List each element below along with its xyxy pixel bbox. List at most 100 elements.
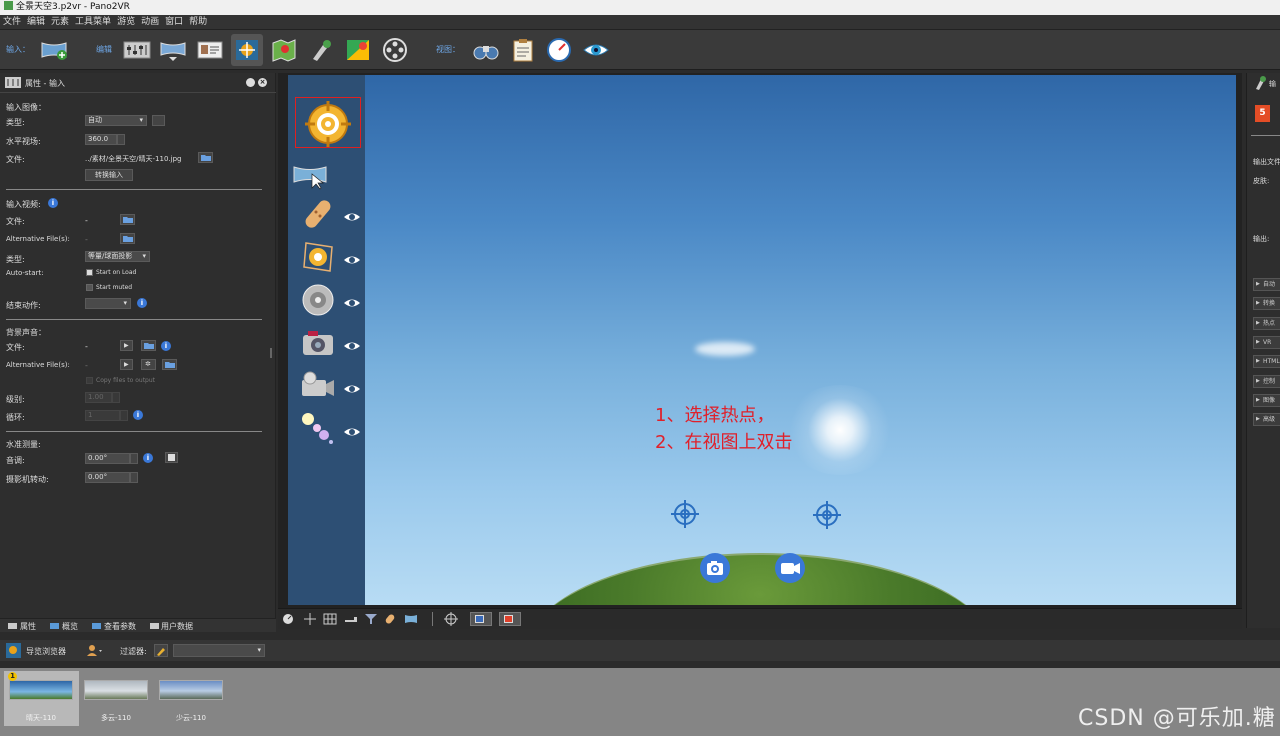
roll-spinner[interactable] [130,472,138,483]
video-camera-icon[interactable] [774,552,806,584]
video-hotspot-icon[interactable] [300,368,336,404]
menu-help[interactable]: 帮助 [186,15,210,30]
log-button[interactable] [507,34,539,66]
menu-elements[interactable]: 元素 [48,15,72,30]
output-vr-button[interactable]: VR [1253,336,1280,349]
pan-select-icon[interactable] [292,162,330,190]
hotspot-color-button[interactable] [470,612,492,626]
eye-icon[interactable] [343,254,361,266]
settings-sound-button[interactable]: ✲ [141,359,156,370]
start-on-load-checkbox[interactable] [86,269,93,276]
edit-properties-button[interactable] [121,34,153,66]
polygon-target-icon[interactable] [300,239,336,275]
polygon-color-button[interactable] [499,612,521,626]
pitch-spinner[interactable] [130,453,138,464]
filter-select[interactable]: ▾ [173,644,265,657]
panorama-viewport[interactable]: 1、选择热点， 2、在视图上双击 [278,73,1242,608]
thumbnail-sunny[interactable] [9,680,73,700]
eye-icon[interactable] [343,297,361,309]
eye-icon[interactable] [343,211,361,223]
crosshair-hotspot-icon[interactable] [671,500,699,528]
menu-file[interactable]: 文件 [0,15,24,30]
thumbnail-cloudy[interactable] [84,680,148,700]
convert-input-button[interactable]: 转换输入 [85,169,133,181]
camera-hotspot-icon[interactable] [300,325,336,361]
output-convert-button[interactable]: 转换 [1253,297,1280,310]
funnel-icon[interactable] [364,613,378,625]
end-action-select[interactable]: ▾ [85,298,131,309]
float-panel-icon[interactable] [246,78,255,87]
level-input[interactable]: 1.00 [85,392,112,403]
play-sound-button[interactable]: ▶ [120,340,133,351]
output-control-button[interactable]: 控制 [1253,375,1280,388]
loop-input[interactable]: 1 [85,410,120,421]
level-spinner[interactable] [112,392,120,403]
animation-button[interactable] [379,34,411,66]
menu-animation[interactable]: 动画 [138,15,162,30]
input-type-select[interactable]: 自动 ▾ [85,115,147,126]
viewer-button[interactable] [580,34,612,66]
output-html-button[interactable]: HTML [1253,355,1280,368]
pitch-input[interactable]: 0.00° [85,453,130,464]
eye-icon[interactable] [343,426,361,438]
roll-input[interactable]: 0.00° [85,472,130,483]
splitter-handle[interactable] [270,348,272,358]
patch-button[interactable] [305,34,337,66]
browse-file-button[interactable] [198,152,213,163]
tour-browser-button[interactable] [470,34,502,66]
user-filter-icon[interactable] [86,644,102,656]
level-icon[interactable] [344,613,358,625]
output-hotspot-button[interactable]: 热点 [1253,317,1280,330]
point-hotspot-icon[interactable] [305,101,351,147]
eye-icon[interactable] [343,340,361,352]
menu-window[interactable]: 窗口 [162,15,186,30]
compass-icon[interactable] [282,613,294,625]
tab-view-params[interactable]: 查看参数 [104,621,136,632]
tab-overview[interactable]: 概览 [62,621,78,632]
browse-video-button[interactable] [120,214,135,225]
panorama-image[interactable]: 1、选择热点， 2、在视图上双击 [365,75,1236,605]
sound-hotspot-icon[interactable] [300,282,336,318]
map-button[interactable] [268,34,300,66]
user-data-button[interactable] [194,34,226,66]
target-icon[interactable] [444,612,458,626]
crosshair-hotspot-icon[interactable] [813,501,841,529]
panorama-icon[interactable] [404,613,418,625]
copy-files-checkbox[interactable] [86,377,93,384]
html5-icon[interactable]: 5 [1255,105,1270,122]
tab-user-data[interactable]: 用户数据 [161,621,193,632]
fov-input[interactable]: 360.0 [85,134,117,145]
lens-flare-icon[interactable] [300,411,336,447]
eye-icon[interactable] [343,383,361,395]
output-image-button[interactable]: 图像 [1253,394,1280,407]
filter-brush-button[interactable] [154,644,168,657]
close-panel-icon[interactable]: × [258,78,267,87]
menu-tour[interactable]: 游览 [114,15,138,30]
thumbnail-partly-cloudy[interactable] [159,680,223,700]
polygon-hotspot-icon[interactable] [300,196,336,232]
menu-tools[interactable]: 工具菜单 [72,15,114,30]
start-muted-checkbox[interactable] [86,284,93,291]
patch-icon[interactable] [384,613,398,625]
fov-spinner[interactable] [117,134,125,145]
browse-sound-button[interactable] [141,340,156,351]
video-type-select[interactable]: 等量/球面投影 ▾ [85,251,150,262]
info-icon[interactable]: i [143,453,153,463]
crosshair-icon[interactable] [304,613,316,625]
loop-spinner[interactable] [120,410,128,421]
output-advanced-button[interactable]: 高级 [1253,413,1280,426]
camera-icon[interactable] [699,552,731,584]
tab-properties[interactable]: 属性 [20,621,36,632]
view-params-button[interactable] [157,34,189,66]
cube-face-button[interactable] [152,115,165,126]
input-image-button[interactable] [38,34,70,66]
info-icon[interactable]: i [137,298,147,308]
info-icon[interactable]: i [48,198,58,208]
menu-edit[interactable]: 编辑 [24,15,48,30]
play-alt-sound-button[interactable]: ▶ [120,359,133,370]
info-icon[interactable]: i [161,341,171,351]
google-maps-button[interactable] [342,34,374,66]
browse-sound-alt-button[interactable] [162,359,177,370]
hotspots-button[interactable] [231,34,263,66]
leveling-tool-button[interactable] [165,452,178,463]
